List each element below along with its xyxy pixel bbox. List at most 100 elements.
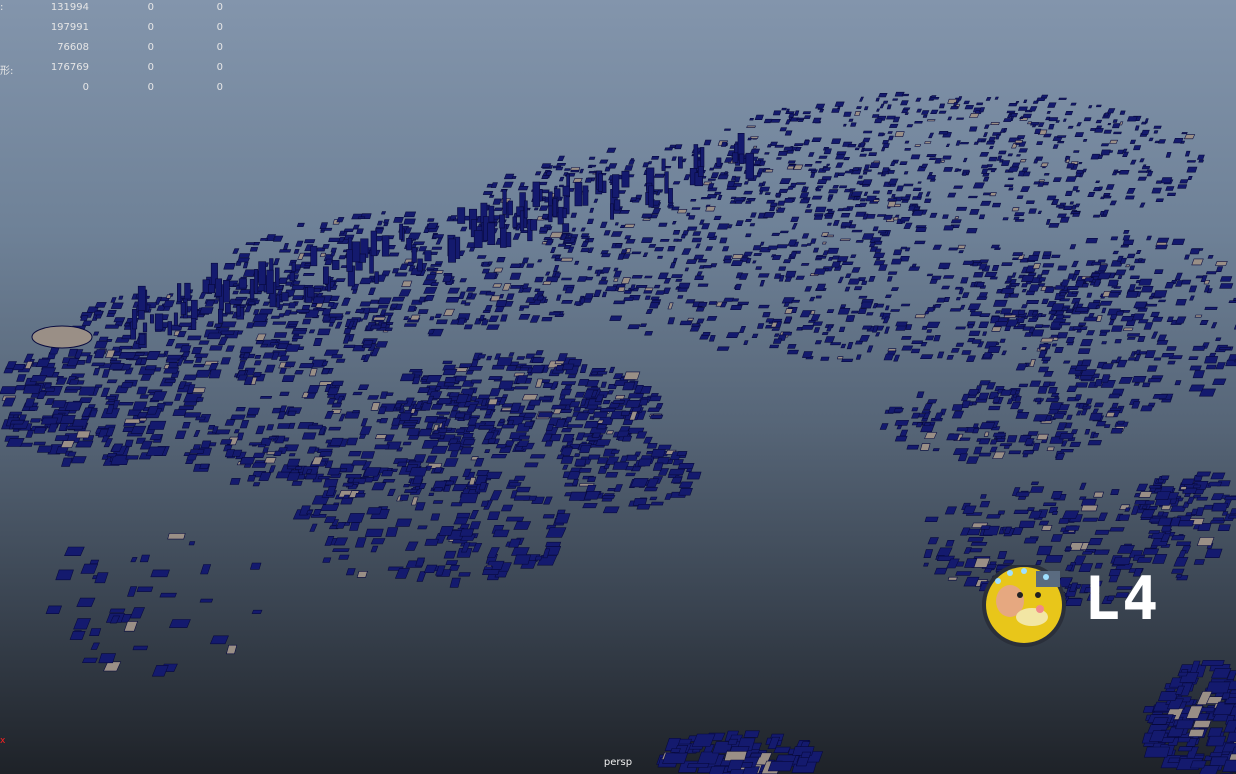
tower-mesh [381, 235, 390, 257]
building-mesh [462, 439, 476, 445]
building-mesh [320, 229, 326, 233]
building-mesh [697, 301, 708, 307]
building-mesh [1036, 274, 1043, 279]
building-mesh [1034, 324, 1044, 329]
building-mesh [951, 404, 964, 411]
3d-viewport[interactable]: : 131994 0 0 197991 0 0 76608 0 0 形: 176… [0, 0, 1236, 774]
building-mesh [189, 449, 205, 454]
building-mesh [430, 264, 442, 267]
building-mesh [1175, 316, 1187, 324]
building-mesh [955, 206, 968, 211]
building-mesh [1006, 114, 1012, 119]
building-mesh [1110, 325, 1124, 332]
building-mesh [540, 163, 552, 168]
building-mesh [356, 570, 368, 578]
building-mesh [1082, 139, 1088, 142]
building-mesh [1171, 238, 1186, 245]
building-mesh [746, 125, 756, 128]
camera-name-label[interactable]: persp [0, 757, 1236, 768]
tower-mesh [191, 299, 198, 321]
building-mesh [1037, 210, 1043, 215]
building-mesh [417, 309, 429, 314]
building-mesh [828, 189, 839, 194]
building-mesh [815, 161, 822, 164]
building-mesh [1158, 139, 1167, 144]
building-mesh [601, 495, 616, 499]
building-mesh [868, 152, 878, 156]
building-mesh [505, 293, 515, 300]
building-mesh [1036, 97, 1046, 102]
building-mesh [224, 419, 236, 426]
building-mesh [636, 503, 651, 510]
building-mesh [1064, 111, 1074, 116]
building-mesh [1138, 278, 1153, 286]
building-mesh [1148, 295, 1154, 300]
building-mesh [164, 379, 177, 383]
building-mesh [624, 399, 642, 408]
building-mesh [750, 212, 757, 218]
building-mesh [707, 178, 716, 181]
building-mesh [749, 223, 756, 227]
building-mesh [368, 287, 376, 295]
building-mesh [892, 216, 899, 221]
building-mesh [1042, 251, 1052, 256]
hud-value: 0 [147, 22, 154, 33]
building-mesh [1225, 359, 1236, 367]
building-mesh [1087, 537, 1104, 546]
building-mesh [748, 198, 756, 202]
building-mesh [942, 155, 952, 160]
building-mesh [971, 339, 982, 344]
building-mesh [346, 513, 366, 523]
building-mesh [1032, 263, 1042, 270]
building-mesh [445, 560, 459, 565]
building-mesh [505, 365, 518, 371]
building-mesh [844, 170, 854, 174]
building-mesh [357, 384, 370, 390]
building-mesh [1060, 448, 1074, 453]
building-mesh [1074, 375, 1080, 379]
building-mesh [577, 379, 590, 386]
building-mesh [888, 135, 894, 141]
building-mesh [635, 284, 648, 288]
building-mesh [956, 427, 969, 432]
building-mesh [1045, 397, 1060, 402]
building-mesh [80, 563, 99, 574]
building-mesh [599, 159, 609, 164]
building-mesh [579, 168, 584, 174]
building-mesh [685, 299, 696, 304]
building-mesh [1192, 345, 1206, 351]
building-mesh [223, 262, 236, 270]
building-mesh [1079, 482, 1087, 490]
building-mesh [758, 304, 770, 309]
building-mesh [409, 314, 421, 321]
building-mesh [198, 292, 207, 299]
building-mesh [129, 607, 146, 619]
building-mesh [866, 312, 874, 316]
building-mesh [1154, 140, 1160, 144]
building-mesh [991, 202, 1002, 208]
building-mesh [890, 287, 900, 291]
building-mesh [1175, 299, 1187, 306]
building-mesh [832, 185, 839, 189]
building-mesh [1023, 537, 1038, 544]
building-mesh [991, 264, 1000, 271]
building-mesh [951, 410, 965, 419]
building-mesh [64, 546, 85, 556]
building-mesh [815, 103, 826, 109]
building-mesh [1016, 195, 1024, 199]
building-mesh [374, 444, 390, 450]
building-mesh [159, 592, 177, 598]
building-mesh [589, 164, 597, 168]
building-mesh [625, 239, 636, 244]
building-mesh [614, 222, 619, 226]
building-mesh [245, 414, 257, 418]
building-mesh [295, 309, 311, 313]
building-mesh [988, 405, 1001, 411]
building-mesh [110, 302, 124, 309]
building-mesh [335, 278, 346, 283]
building-mesh [649, 414, 664, 419]
building-mesh [842, 123, 847, 127]
building-mesh [1001, 262, 1013, 266]
building-mesh [1073, 150, 1080, 153]
building-mesh [454, 412, 466, 418]
